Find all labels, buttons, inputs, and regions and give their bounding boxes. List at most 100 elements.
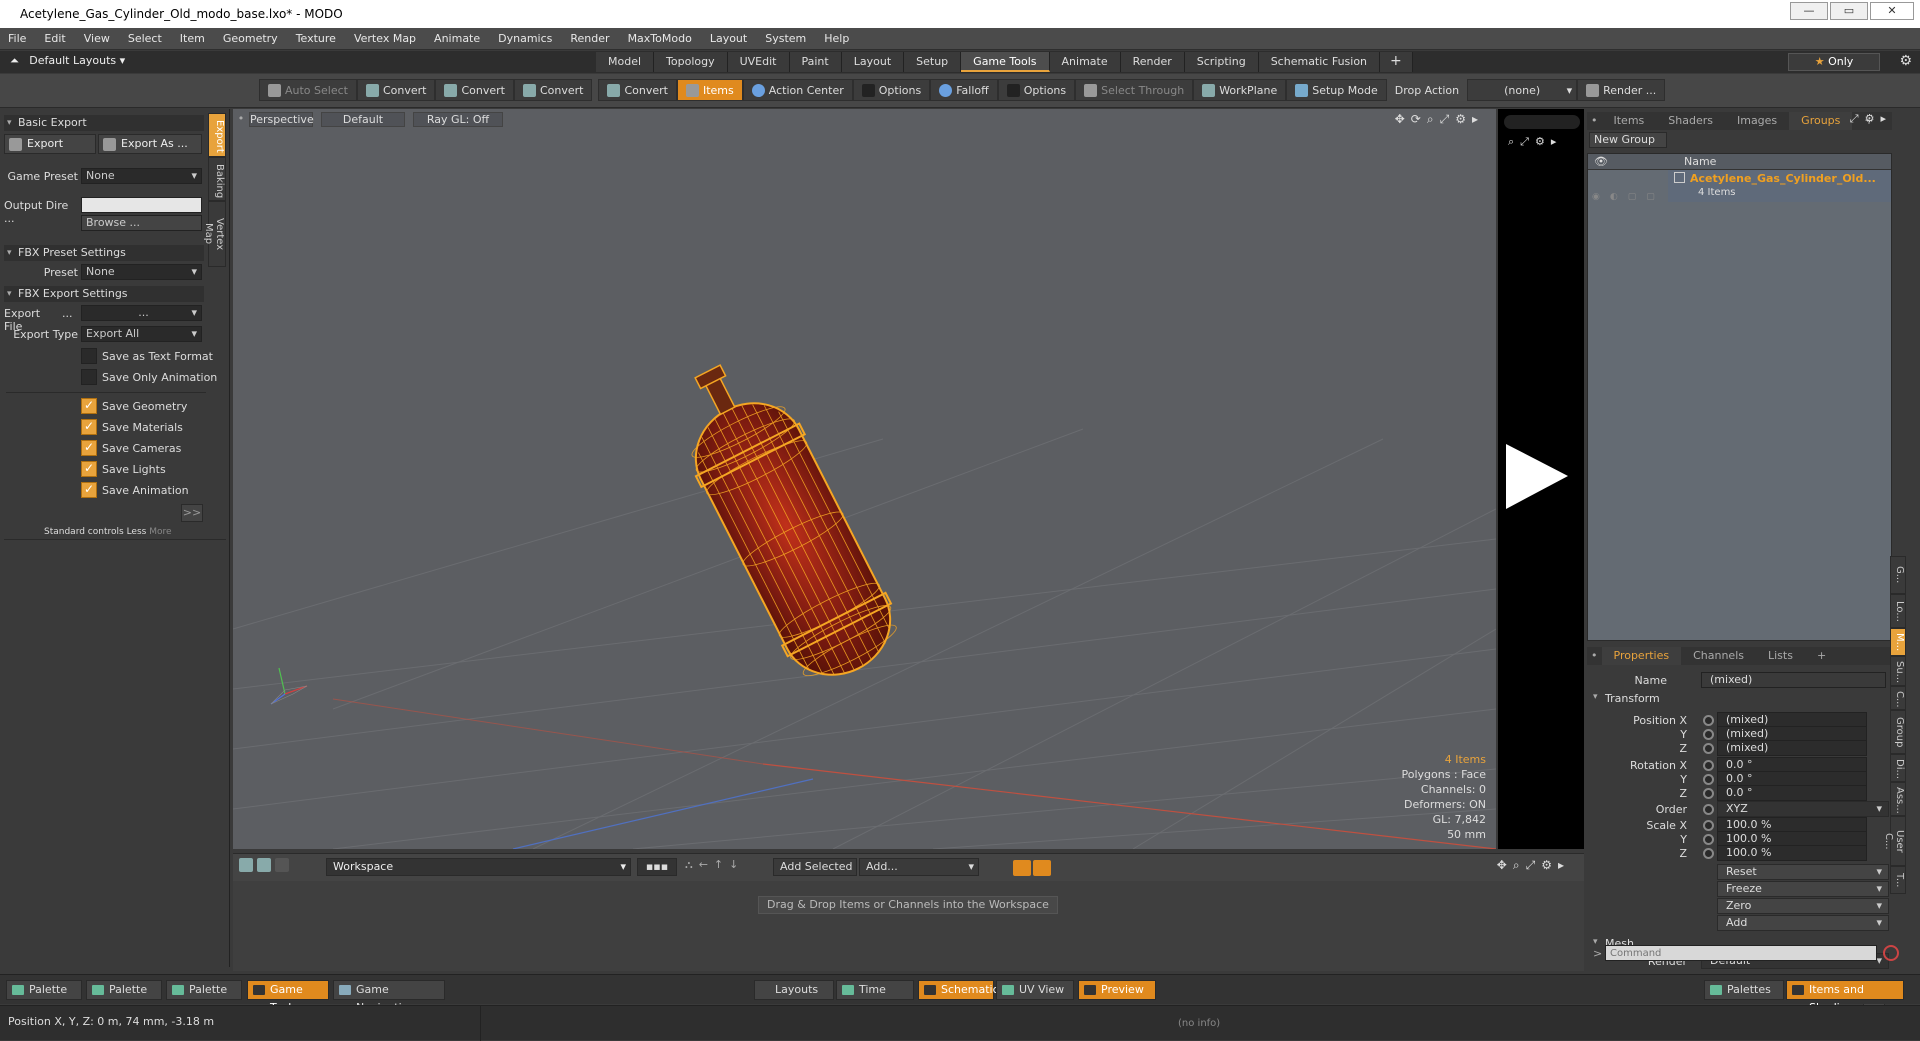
menu-maxtomodo[interactable]: MaxToModo bbox=[628, 32, 692, 45]
save-lights-checkbox[interactable] bbox=[81, 461, 97, 477]
falloff-button[interactable]: Falloff bbox=[930, 79, 998, 101]
browse-button[interactable]: Browse ... bbox=[81, 215, 202, 231]
workspace-select[interactable]: Workspace ▾ bbox=[326, 858, 631, 876]
ws-arrow-icon[interactable]: ▸ bbox=[1558, 858, 1564, 873]
tab-lists[interactable]: Lists bbox=[1756, 647, 1805, 665]
more-arrow-button[interactable]: >> bbox=[181, 504, 203, 522]
tab-images[interactable]: Images bbox=[1725, 112, 1789, 130]
schematic-button[interactable]: Schematic bbox=[918, 980, 999, 1000]
viewport-menu-icon[interactable]: • bbox=[237, 112, 245, 127]
vtab-export[interactable]: Export bbox=[208, 113, 226, 157]
rotation-y-anim-dot[interactable] bbox=[1703, 774, 1714, 785]
ws-fit-icon[interactable]: ⤢ bbox=[1526, 858, 1536, 873]
position-z-field[interactable]: (mixed) bbox=[1717, 740, 1867, 756]
rvtab-lo[interactable]: Lo... bbox=[1890, 594, 1906, 628]
game-preset-select[interactable]: None bbox=[81, 168, 202, 184]
add-selected-button[interactable]: Add Selected bbox=[773, 858, 857, 876]
output-dir-field[interactable] bbox=[81, 197, 202, 213]
shading-select[interactable]: Default bbox=[321, 112, 405, 127]
less-link[interactable]: Less bbox=[127, 527, 147, 537]
options-button-1[interactable]: Options bbox=[852, 79, 931, 101]
workspace-tool-icon[interactable] bbox=[239, 858, 253, 872]
menu-view[interactable]: View bbox=[84, 32, 110, 45]
rvtab-group[interactable]: Group bbox=[1890, 710, 1906, 754]
palette-button-3[interactable]: Palette bbox=[166, 980, 242, 1000]
panel-arrow-icon[interactable]: ▸ bbox=[1880, 112, 1886, 126]
scale-y-anim-dot[interactable] bbox=[1703, 834, 1714, 845]
rvtab-g[interactable]: G... bbox=[1890, 556, 1906, 594]
viewport-gear-icon[interactable]: ⚙ bbox=[1455, 112, 1466, 127]
name-field[interactable]: (mixed) bbox=[1701, 672, 1886, 688]
export-file-select[interactable]: ... bbox=[81, 305, 202, 321]
up-arrow-icon[interactable]: ↑ bbox=[714, 858, 723, 872]
menu-texture[interactable]: Texture bbox=[296, 32, 336, 45]
workspace-refresh-icon[interactable] bbox=[257, 858, 271, 872]
raygl-toggle[interactable]: Ray GL: Off bbox=[413, 112, 503, 127]
convert-button-3[interactable]: Convert bbox=[513, 79, 593, 101]
fit-icon[interactable]: ⤢ bbox=[1440, 112, 1450, 127]
key-icon[interactable] bbox=[1013, 860, 1031, 876]
palettes-button[interactable]: Palettes bbox=[1704, 980, 1784, 1000]
menu-dynamics[interactable]: Dynamics bbox=[498, 32, 552, 45]
tab-animate[interactable]: Animate bbox=[1049, 52, 1121, 72]
zero-button[interactable]: Zero bbox=[1717, 898, 1889, 914]
basic-export-section[interactable]: Basic Export bbox=[4, 115, 204, 131]
preview-button[interactable]: Preview bbox=[1078, 980, 1156, 1000]
add-panel-tab-icon[interactable]: + bbox=[1805, 647, 1838, 665]
zoom-icon[interactable]: ⌕ bbox=[1427, 112, 1434, 127]
gear-icon[interactable]: ⚙ bbox=[1899, 53, 1912, 69]
layouts-button[interactable]: Layouts bbox=[754, 980, 834, 1000]
eye-icon[interactable]: ◉ bbox=[1592, 192, 1600, 202]
action-center-button[interactable]: Action Center bbox=[742, 79, 853, 101]
maximize-button[interactable]: ▭ bbox=[1830, 2, 1868, 20]
menu-render[interactable]: Render bbox=[570, 32, 609, 45]
auto-select-button[interactable]: Auto Select bbox=[259, 79, 357, 101]
expand-icon[interactable]: ⤢ bbox=[1850, 112, 1859, 126]
minimize-button[interactable]: — bbox=[1790, 2, 1828, 20]
tab-topology[interactable]: Topology bbox=[654, 52, 728, 72]
add-tab-icon[interactable]: + bbox=[1380, 52, 1413, 72]
tab-channels[interactable]: Channels bbox=[1681, 647, 1756, 665]
rotation-z-field[interactable]: 0.0 ° bbox=[1717, 785, 1867, 801]
viewport-arrow-icon[interactable]: ▸ bbox=[1472, 112, 1478, 127]
save-animation-checkbox[interactable] bbox=[81, 482, 97, 498]
render-flag-icon[interactable]: ▢ bbox=[1646, 192, 1655, 202]
3d-viewport[interactable]: • Perspective Default Ray GL: Off ✥ ⟳ ⌕ … bbox=[233, 109, 1496, 849]
time-button[interactable]: Time bbox=[836, 980, 914, 1000]
setup-mode-button[interactable]: Setup Mode bbox=[1286, 79, 1387, 101]
items-shading-button[interactable]: Items and Shading bbox=[1786, 980, 1904, 1014]
record-icon[interactable] bbox=[1883, 945, 1899, 961]
fbx-preset-section[interactable]: FBX Preset Settings bbox=[4, 245, 204, 261]
save-only-animation-checkbox[interactable] bbox=[81, 369, 97, 385]
order-anim-dot[interactable] bbox=[1703, 804, 1714, 815]
game-navigation-button[interactable]: Game Navigation bbox=[333, 980, 445, 1014]
left-arrow-icon[interactable]: ← bbox=[699, 858, 708, 872]
menu-select[interactable]: Select bbox=[128, 32, 162, 45]
ws-gear-icon[interactable]: ⚙ bbox=[1541, 858, 1552, 873]
keyframe-icon[interactable] bbox=[1033, 860, 1051, 876]
only-button[interactable]: ★ Only bbox=[1788, 53, 1880, 71]
scale-z-anim-dot[interactable] bbox=[1703, 848, 1714, 859]
save-text-format-checkbox[interactable] bbox=[81, 348, 97, 364]
menu-help[interactable]: Help bbox=[824, 32, 849, 45]
tab-uvedit[interactable]: UVEdit bbox=[727, 52, 790, 72]
vtab-baking[interactable]: Baking bbox=[208, 157, 226, 201]
menu-animate[interactable]: Animate bbox=[434, 32, 480, 45]
rvtab-t[interactable]: T... bbox=[1890, 866, 1906, 894]
rvtab-c[interactable]: C... bbox=[1890, 686, 1906, 710]
scale-z-field[interactable]: 100.0 % bbox=[1717, 845, 1867, 861]
group-row[interactable]: Acetylene_Gas_Cylinder_Old... 4 Items bbox=[1668, 170, 1891, 202]
tab-scripting[interactable]: Scripting bbox=[1184, 52, 1259, 72]
tab-model[interactable]: Model bbox=[596, 52, 655, 72]
rvtab-ass[interactable]: Ass... bbox=[1890, 782, 1906, 816]
workspace-link-icon[interactable] bbox=[275, 858, 289, 872]
menu-vertex-map[interactable]: Vertex Map bbox=[354, 32, 416, 45]
tab-setup[interactable]: Setup bbox=[904, 52, 962, 72]
position-y-anim-dot[interactable] bbox=[1703, 729, 1714, 740]
preview-panel[interactable]: ⌕ ⤢ ⚙ ▸ bbox=[1498, 109, 1584, 849]
down-arrow-icon[interactable]: ↓ bbox=[729, 858, 738, 872]
reset-button[interactable]: Reset bbox=[1717, 864, 1889, 880]
rvtab-di[interactable]: Di... bbox=[1890, 754, 1906, 782]
menu-system[interactable]: System bbox=[765, 32, 806, 45]
workplane-button[interactable]: WorkPlane bbox=[1193, 79, 1287, 101]
